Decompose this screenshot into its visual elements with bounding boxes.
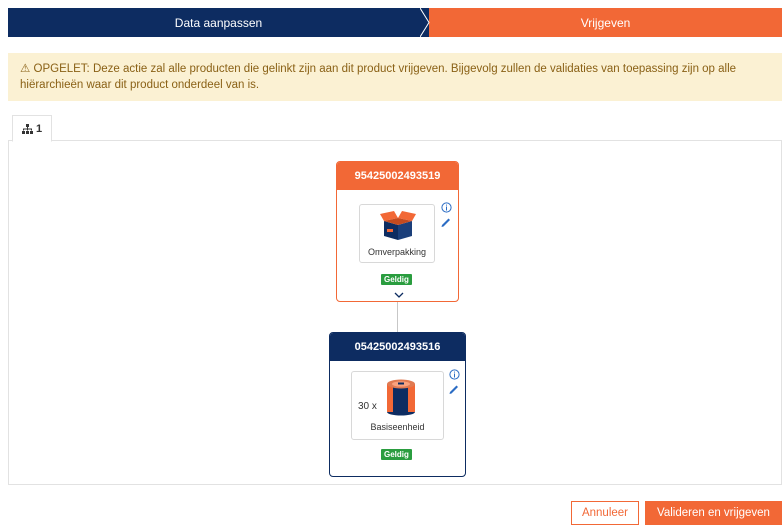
child-node[interactable]: 05425002493516 30 x Basiseenheid Geldig	[329, 332, 466, 477]
warning-banner: ⚠ OPGELET: Deze actie zal alle producten…	[8, 53, 782, 101]
edit-pencil-icon[interactable]	[448, 383, 460, 395]
child-gtin: 05425002493516	[354, 341, 441, 353]
chevron-down-icon[interactable]	[394, 292, 404, 298]
parent-type-label: Omverpakking	[367, 247, 427, 257]
step-data-aanpassen[interactable]: Data aanpassen	[8, 8, 429, 37]
parent-status: Geldig	[384, 275, 409, 284]
edit-pencil-icon[interactable]	[440, 216, 452, 228]
cancel-button[interactable]: Annuleer	[571, 501, 639, 525]
stepper: Vrijgeven Data aanpassen	[8, 8, 782, 37]
info-icon[interactable]	[441, 202, 452, 213]
step-data-aanpassen-label: Data aanpassen	[174, 15, 263, 30]
child-node-header: 05425002493516	[330, 333, 465, 361]
status-badge: Geldig	[381, 274, 412, 285]
tab-hierarchy-1[interactable]: 1	[12, 115, 52, 142]
parent-product-card[interactable]: Omverpakking	[359, 204, 435, 263]
step-vrijgeven-label: Vrijgeven	[580, 15, 631, 30]
can-icon	[387, 379, 415, 416]
child-product-card[interactable]: 30 x Basiseenheid	[351, 371, 444, 440]
hierarchy-icon	[21, 123, 33, 134]
parent-node-header: 95425002493519	[337, 162, 458, 190]
step-arrow-separator	[420, 8, 430, 37]
child-type-label: Basiseenheid	[370, 422, 425, 432]
parent-node[interactable]: 95425002493519 Omverpakking Geldig	[336, 161, 459, 302]
open-box-icon	[380, 211, 416, 240]
hierarchy-tabs: 1	[8, 115, 782, 142]
hierarchy-connector	[397, 302, 398, 332]
status-badge: Geldig	[381, 449, 412, 460]
parent-gtin: 95425002493519	[354, 170, 441, 182]
tab-label: 1	[35, 122, 43, 135]
warning-text: ⚠ OPGELET: Deze actie zal alle producten…	[20, 63, 737, 91]
child-quantity: 30 x	[358, 401, 377, 412]
validate-and-release-button[interactable]: Valideren en vrijgeven	[645, 501, 782, 525]
step-vrijgeven: Vrijgeven	[429, 8, 782, 37]
info-icon[interactable]	[449, 369, 460, 380]
child-status: Geldig	[384, 450, 409, 459]
